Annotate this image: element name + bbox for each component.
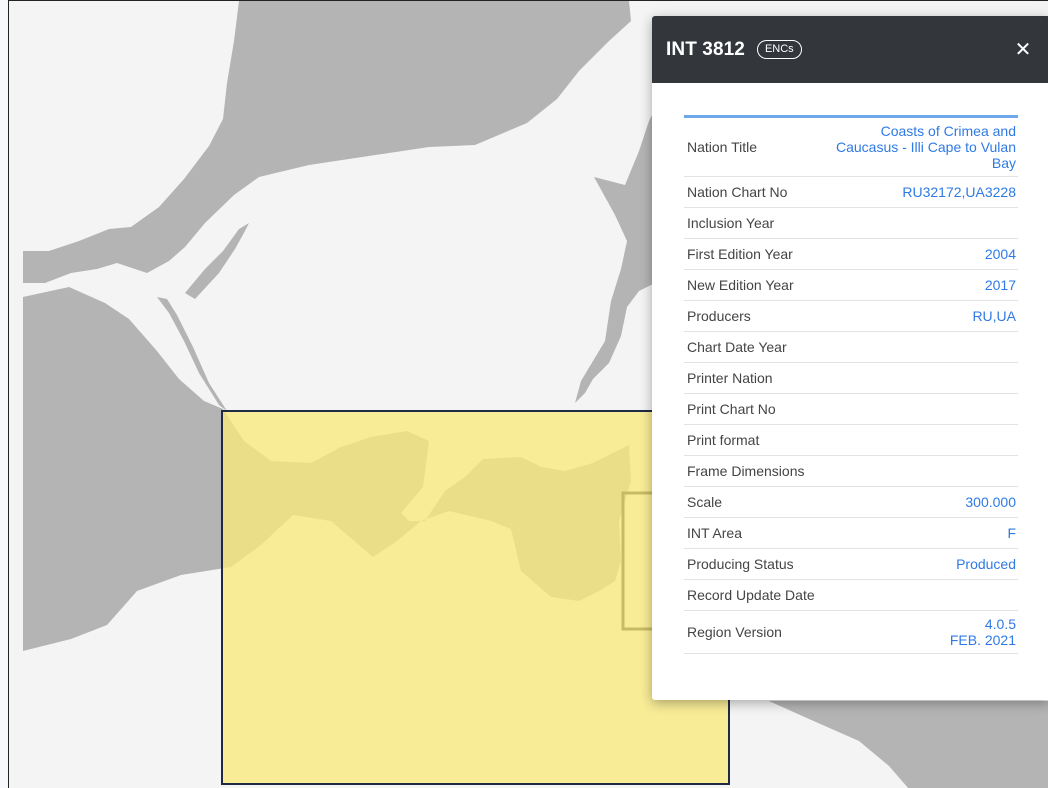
row-key: Producers bbox=[684, 300, 817, 332]
table-row: Frame Dimensions bbox=[684, 455, 1018, 487]
table-row: Nation Chart No RU32172,UA3228 bbox=[684, 176, 1018, 208]
row-value: 2017 bbox=[816, 269, 1018, 301]
popup-body: Nation Title Coasts of Crimea and Caucasu… bbox=[652, 83, 1048, 654]
table-row: Print Chart No bbox=[684, 393, 1018, 425]
table-row: Record Update Date bbox=[684, 579, 1018, 611]
row-value: F bbox=[816, 517, 1018, 549]
map-canvas[interactable]: INT 3812 ENCs ✕ Nation Title Coasts of Cr… bbox=[8, 0, 1048, 788]
row-key: Frame Dimensions bbox=[684, 455, 817, 487]
row-key: Inclusion Year bbox=[684, 207, 817, 239]
table-row: Inclusion Year bbox=[684, 207, 1018, 239]
popup-header: INT 3812 ENCs ✕ bbox=[652, 16, 1048, 83]
row-key: INT Area bbox=[684, 517, 817, 549]
table-row: New Edition Year 2017 bbox=[684, 269, 1018, 301]
row-value bbox=[816, 362, 1018, 394]
row-value: 4.0.5 FEB. 2021 bbox=[816, 610, 1018, 654]
row-key: Nation Title bbox=[684, 116, 817, 177]
row-value: RU32172,UA3228 bbox=[816, 176, 1018, 208]
row-key: Region Version bbox=[684, 610, 817, 654]
table-row: Chart Date Year bbox=[684, 331, 1018, 363]
land-southeast bbox=[769, 701, 1048, 788]
row-key: Scale bbox=[684, 486, 817, 518]
land-east bbox=[575, 101, 659, 403]
row-value bbox=[816, 579, 1018, 611]
row-key: Print format bbox=[684, 424, 817, 456]
table-row: Print format bbox=[684, 424, 1018, 456]
row-value bbox=[816, 207, 1018, 239]
table-row: Producers RU,UA bbox=[684, 300, 1018, 332]
table-row: Producing Status Produced bbox=[684, 548, 1018, 580]
table-row: Scale 300.000 bbox=[684, 486, 1018, 518]
row-key: First Edition Year bbox=[684, 238, 817, 270]
row-key: Nation Chart No bbox=[684, 176, 817, 208]
row-value: RU,UA bbox=[816, 300, 1018, 332]
row-value bbox=[816, 424, 1018, 456]
row-value bbox=[816, 455, 1018, 487]
row-key: New Edition Year bbox=[684, 269, 817, 301]
table-row: INT Area F bbox=[684, 517, 1018, 549]
row-value: 300.000 bbox=[816, 486, 1018, 518]
row-key: Print Chart No bbox=[684, 393, 817, 425]
row-key: Printer Nation bbox=[684, 362, 817, 394]
row-value bbox=[816, 331, 1018, 363]
row-key: Record Update Date bbox=[684, 579, 817, 611]
row-value: 2004 bbox=[816, 238, 1018, 270]
close-icon[interactable]: ✕ bbox=[1012, 37, 1034, 62]
table-row: First Edition Year 2004 bbox=[684, 238, 1018, 270]
chart-info-popup: INT 3812 ENCs ✕ Nation Title Coasts of Cr… bbox=[652, 16, 1048, 700]
chart-details-table: Nation Title Coasts of Crimea and Caucasu… bbox=[684, 115, 1018, 654]
land-north bbox=[23, 1, 631, 283]
row-value: Produced bbox=[816, 548, 1018, 580]
encs-badge[interactable]: ENCs bbox=[756, 40, 802, 59]
row-value bbox=[816, 393, 1018, 425]
table-row: Printer Nation bbox=[684, 362, 1018, 394]
row-key: Chart Date Year bbox=[684, 331, 817, 363]
row-value: Coasts of Crimea and Caucasus - Illi Cap… bbox=[816, 116, 1018, 177]
table-row: Nation Title Coasts of Crimea and Caucasu… bbox=[684, 116, 1018, 177]
popup-title: INT 3812 bbox=[666, 38, 745, 60]
row-key: Producing Status bbox=[684, 548, 817, 580]
table-row: Region Version 4.0.5 FEB. 2021 bbox=[684, 610, 1018, 654]
